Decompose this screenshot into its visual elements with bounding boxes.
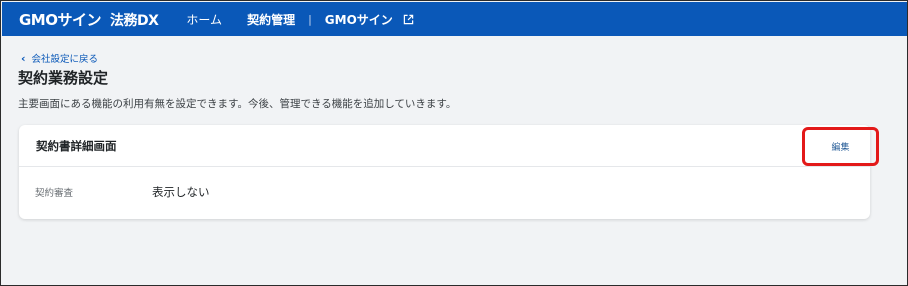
setting-value: 表示しない <box>152 185 210 199</box>
top-navigation-bar: GMOサイン 法務DX ホーム 契約管理 | GMOサイン <box>2 2 907 36</box>
contract-detail-screen-card: 契約書詳細画面 編集 契約審査 表示しない <box>19 125 879 219</box>
external-link-icon <box>403 14 414 24</box>
card-title: 契約書詳細画面 <box>36 138 117 153</box>
product-name: 法務DX <box>110 12 159 29</box>
nav-gmo-sign-label: GMOサイン <box>324 12 393 27</box>
nav-gmo-sign-external[interactable]: GMOサイン <box>325 11 414 28</box>
nav-separator: | <box>308 12 312 26</box>
back-to-company-settings-link[interactable]: ‹ 会社設定に戻る <box>21 51 99 66</box>
edit-button[interactable]: 編集 <box>802 127 879 166</box>
chevron-left-icon: ‹ <box>21 51 26 65</box>
setting-label: 契約審査 <box>35 188 74 199</box>
card-header: 契約書詳細画面 編集 <box>19 125 879 167</box>
nav-home[interactable]: ホーム <box>186 11 222 28</box>
brand-name: GMOサイン <box>19 10 102 29</box>
main-nav: ホーム 契約管理 | GMOサイン <box>186 11 414 28</box>
back-link-label: 会社設定に戻る <box>31 54 99 65</box>
edit-button-label: 編集 <box>831 143 850 153</box>
page-title: 契約業務設定 <box>18 69 109 87</box>
nav-contract-management[interactable]: 契約管理 <box>247 11 295 28</box>
page-description: 主要画面にある機能の利用有無を設定できます。今後、管理できる機能を追加していきま… <box>18 98 457 110</box>
setting-row: 契約審査 表示しない <box>19 167 870 217</box>
app-logo[interactable]: GMOサイン 法務DX <box>19 9 159 30</box>
